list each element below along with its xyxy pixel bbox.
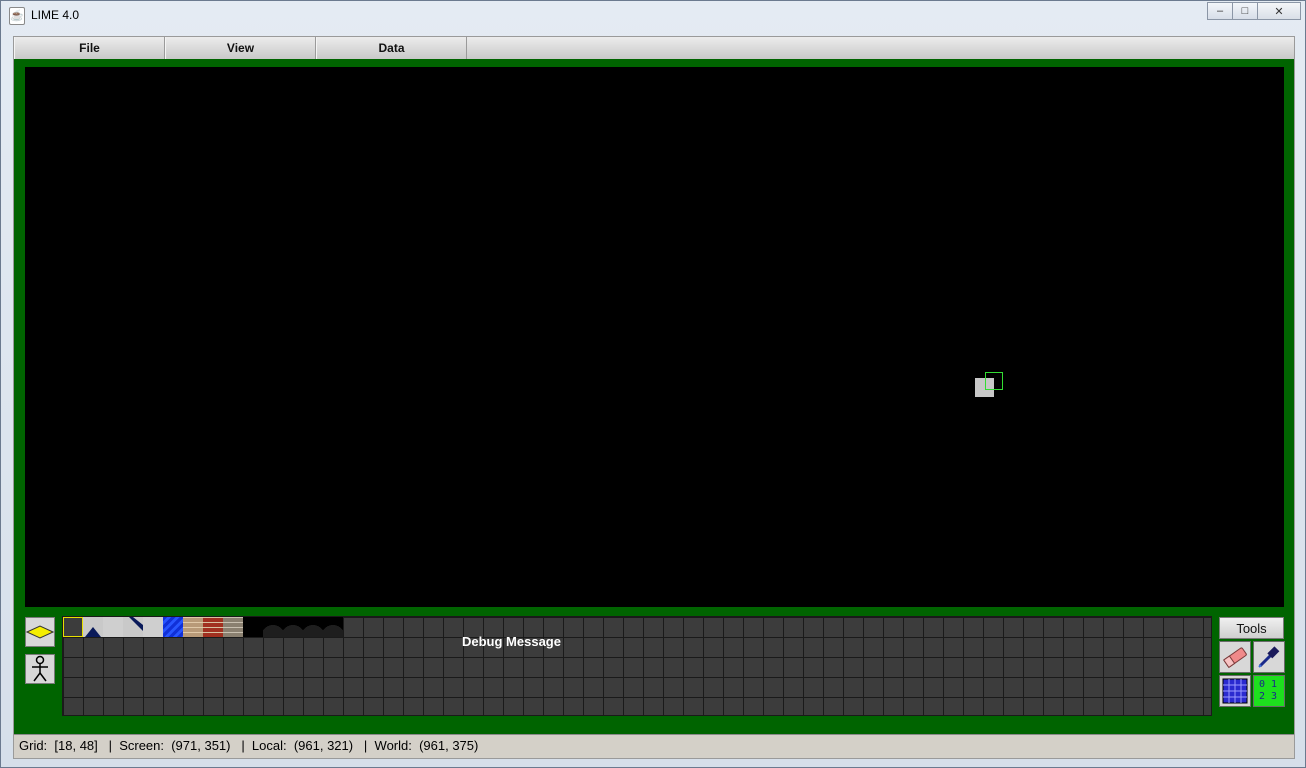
palette-tile-grey[interactable] (103, 617, 123, 637)
minimize-button[interactable]: ‒ (1207, 2, 1233, 20)
palette-tile-dome-4[interactable] (323, 617, 343, 637)
palette-tile-selected[interactable] (63, 617, 83, 637)
maximize-button[interactable]: □ (1232, 2, 1258, 20)
tools-header: Tools (1219, 617, 1284, 639)
application-window: ☕ LIME 4.0 ‒ □ ✕ File View Data Debug Me… (0, 0, 1306, 768)
palette-tile-brick-red[interactable] (203, 617, 223, 637)
palette-tile-black[interactable] (243, 617, 263, 637)
grid-tool-button[interactable] (1219, 675, 1251, 707)
palette-tile-dome-3[interactable] (303, 617, 323, 637)
menu-file[interactable]: File (14, 37, 165, 59)
window-title: LIME 4.0 (31, 8, 80, 22)
grid-digit-2: 2 (1259, 691, 1266, 702)
java-app-icon: ☕ (9, 7, 25, 25)
editor-workspace: Debug Message Tools 0 1 2 3 (14, 59, 1294, 734)
palette-tile-dome-1[interactable] (263, 617, 283, 637)
tile-palette[interactable]: Debug Message (62, 616, 1212, 716)
palette-tile-brick-beige[interactable] (183, 617, 203, 637)
menu-bar: File View Data (14, 37, 1294, 60)
title-bar[interactable]: ☕ LIME 4.0 ‒ □ ✕ (1, 1, 1305, 31)
palette-tile-arrow-up[interactable] (83, 617, 103, 637)
debug-message: Debug Message (462, 634, 561, 649)
stick-figure-icon (32, 655, 48, 682)
numbered-grid-icon: 0 1 2 3 (1256, 678, 1282, 704)
eraser-icon (1222, 647, 1247, 669)
palette-tile-brick-grey[interactable] (223, 617, 243, 637)
numbered-grid-tool-button[interactable]: 0 1 2 3 (1253, 675, 1285, 707)
palette-tile-grey-2[interactable] (143, 617, 163, 637)
client-area: File View Data Debug Message Tools 0 1 2… (13, 36, 1295, 759)
grid-cursor-outline (985, 372, 1003, 390)
grid-icon (1222, 678, 1248, 704)
eyedropper-tool-button[interactable] (1253, 641, 1285, 673)
grid-digit-3: 3 (1271, 691, 1278, 702)
palette-tile-chevron-down[interactable] (123, 617, 157, 637)
eraser-tool-button[interactable] (1219, 641, 1251, 673)
navy-triangle-icon (85, 627, 101, 637)
close-button[interactable]: ✕ (1257, 2, 1301, 20)
status-bar: Grid: [18, 48] | Screen: (971, 351) | Lo… (14, 734, 1294, 758)
map-canvas[interactable] (25, 67, 1284, 607)
entity-mode-button[interactable] (25, 654, 55, 684)
window-controls: ‒ □ ✕ (1207, 2, 1301, 22)
grid-digit-0: 0 (1259, 679, 1266, 690)
menu-data[interactable]: Data (316, 37, 467, 59)
layer-diamond-icon (26, 625, 54, 639)
palette-tile-dome-2[interactable] (283, 617, 303, 637)
palette-tile-water[interactable] (163, 617, 183, 637)
eyedropper-icon (1258, 646, 1280, 668)
grid-digit-1: 1 (1271, 679, 1278, 690)
menu-view[interactable]: View (165, 37, 316, 59)
layer-toggle-button[interactable] (25, 617, 55, 647)
